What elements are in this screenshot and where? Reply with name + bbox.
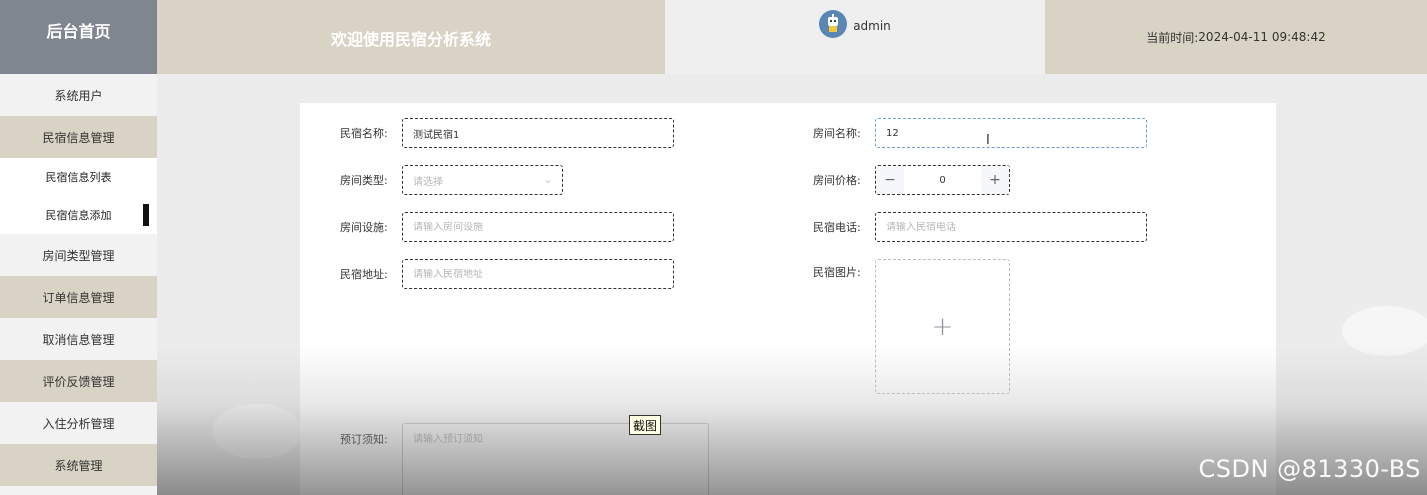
room-name-field[interactable] bbox=[886, 127, 1136, 139]
form-row: 房间设施: bbox=[340, 212, 674, 242]
phone-label: 民宿电话: bbox=[813, 221, 861, 234]
form-row: 房间名称: bbox=[813, 118, 1147, 148]
time-label: 当前时间: bbox=[1146, 30, 1199, 45]
form-row: 民宿电话: bbox=[813, 212, 1147, 242]
homestay-name-field[interactable] bbox=[413, 127, 663, 139]
address-field[interactable] bbox=[413, 268, 663, 280]
active-indicator bbox=[143, 204, 149, 226]
sidebar-item-system-management[interactable]: 系统管理 bbox=[0, 444, 157, 486]
homestay-name-label: 民宿名称: bbox=[340, 127, 388, 140]
text-cursor-icon: I bbox=[986, 133, 990, 148]
price-value[interactable]: 0 bbox=[904, 175, 981, 186]
screenshot-tooltip: 截图 bbox=[629, 415, 661, 435]
price-decrement-button[interactable]: − bbox=[876, 166, 904, 194]
price-increment-button[interactable]: + bbox=[981, 166, 1009, 194]
form-row: 民宿名称: bbox=[340, 118, 674, 148]
room-name-input[interactable] bbox=[875, 118, 1147, 148]
current-time: 当前时间: 2024-04-11 09:48:42 bbox=[1045, 0, 1427, 74]
user-area[interactable]: admin bbox=[665, 0, 1045, 74]
room-name-label: 房间名称: bbox=[813, 127, 861, 140]
user-avatar-icon[interactable] bbox=[819, 10, 848, 38]
sidebar-subitem-label: 民宿信息添加 bbox=[45, 209, 112, 222]
facilities-field[interactable] bbox=[413, 221, 663, 233]
decorative-blob bbox=[212, 404, 302, 459]
phone-field[interactable] bbox=[886, 221, 1136, 233]
sidebar-item-review-management[interactable]: 评价反馈管理 bbox=[0, 360, 157, 402]
form-row: 民宿图片: + bbox=[813, 259, 1010, 394]
form-row: 房间价格: − 0 + bbox=[813, 165, 1010, 195]
sidebar-subitem-homestay-list[interactable]: 民宿信息列表 bbox=[0, 158, 157, 196]
sidebar-item-homestay-management[interactable]: 民宿信息管理 bbox=[0, 116, 157, 158]
notice-textarea[interactable]: 请输入预订须知 bbox=[402, 423, 709, 495]
main-content: 民宿名称: 房间名称: 房间类型: 请选择 ⌄ 房间价格: − 0 + bbox=[157, 74, 1427, 495]
sidebar-subitem-homestay-add[interactable]: 民宿信息添加 bbox=[0, 196, 157, 234]
sidebar-item-system-users[interactable]: 系统用户 bbox=[0, 74, 157, 116]
csdn-watermark: CSDN @81330-BS bbox=[1198, 455, 1421, 483]
image-label: 民宿图片: bbox=[813, 266, 861, 279]
home-logo-link[interactable]: 后台首页 bbox=[0, 0, 157, 74]
notice-label: 预订须知: bbox=[340, 433, 388, 446]
address-input[interactable] bbox=[402, 259, 674, 289]
user-name[interactable]: admin bbox=[853, 10, 891, 33]
sidebar-item-room-type-management[interactable]: 房间类型管理 bbox=[0, 234, 157, 276]
sidebar-menu: 系统用户 民宿信息管理 民宿信息列表 民宿信息添加 房间类型管理 订单信息管理 … bbox=[0, 74, 157, 495]
form-row: 民宿地址: bbox=[340, 259, 674, 289]
sidebar-item-order-management[interactable]: 订单信息管理 bbox=[0, 276, 157, 318]
phone-input[interactable] bbox=[875, 212, 1147, 242]
room-price-stepper[interactable]: − 0 + bbox=[875, 165, 1010, 195]
sidebar-item-checkin-analysis[interactable]: 入住分析管理 bbox=[0, 402, 157, 444]
form-row: 房间类型: 请选择 ⌄ bbox=[340, 165, 563, 195]
system-title: 欢迎使用民宿分析系统 bbox=[157, 0, 665, 74]
room-type-select[interactable]: 请选择 ⌄ bbox=[402, 165, 563, 195]
facilities-label: 房间设施: bbox=[340, 221, 388, 234]
room-type-placeholder: 请选择 bbox=[413, 176, 443, 188]
chevron-down-icon: ⌄ bbox=[543, 174, 552, 186]
facilities-input[interactable] bbox=[402, 212, 674, 242]
address-label: 民宿地址: bbox=[340, 268, 388, 281]
room-price-label: 房间价格: bbox=[813, 174, 861, 187]
time-value: 2024-04-11 09:48:42 bbox=[1198, 30, 1326, 44]
homestay-name-input[interactable] bbox=[402, 118, 674, 148]
image-upload-button[interactable]: + bbox=[875, 259, 1010, 394]
homestay-form: 民宿名称: 房间名称: 房间类型: 请选择 ⌄ 房间价格: − 0 + bbox=[300, 103, 1276, 495]
decorative-blob bbox=[1342, 306, 1427, 356]
room-type-label: 房间类型: bbox=[340, 174, 388, 187]
plus-icon: + bbox=[931, 311, 954, 342]
top-header: 后台首页 欢迎使用民宿分析系统 admin 当前时间: 2024-04-11 0… bbox=[0, 0, 1427, 74]
sidebar-item-cancel-management[interactable]: 取消信息管理 bbox=[0, 318, 157, 360]
